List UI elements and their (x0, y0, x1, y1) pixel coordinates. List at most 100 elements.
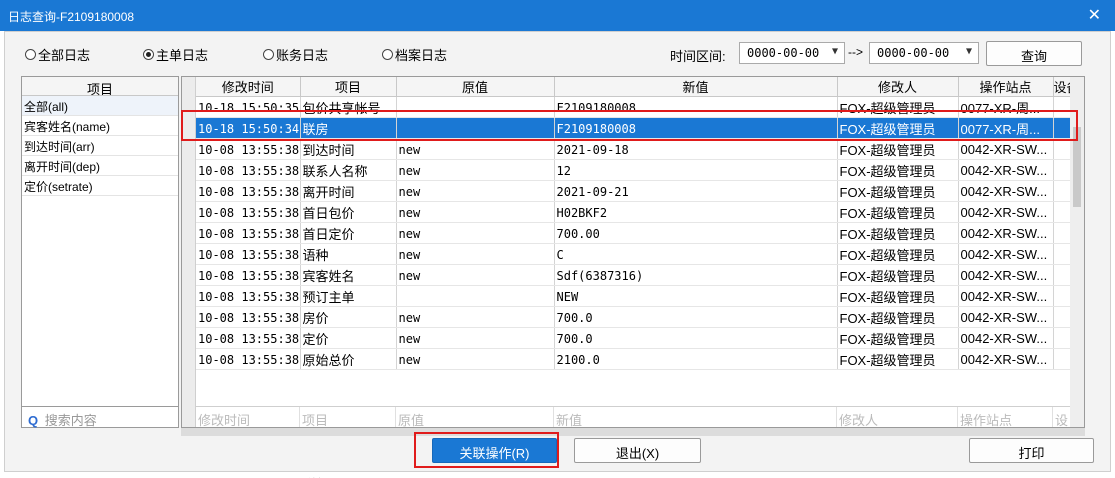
cell-item: 离开时间 (300, 180, 397, 202)
radio-master-logs[interactable]: 主单日志 (143, 45, 208, 64)
cell-new-value: 2021-09-21 (554, 180, 838, 202)
cell-new-value: 700.0 (554, 327, 838, 349)
field-item-setrate[interactable]: 定价(setrate) (22, 176, 178, 196)
table-row[interactable]: 10-08 13:55:38 首日定价 new 700.00 FOX-超级管理员 0042… (196, 222, 1081, 244)
horizontal-scrollbar[interactable] (181, 428, 1085, 436)
field-search-input[interactable]: Q 搜索内容 (21, 406, 179, 428)
radio-profile-logs[interactable]: 档案日志 (382, 45, 447, 64)
cell-modifier: FOX-超级管理员 (837, 159, 959, 181)
chevron-down-icon: ▼ (965, 46, 972, 57)
cell-item: 到达时间 (300, 138, 397, 160)
table-row[interactable]: 10-18 15:50:35 包价共享帐号 F2109180008 FOX-超级管理员… (196, 96, 1081, 118)
cell-new-value: 2100.0 (554, 348, 838, 370)
radio-circle-icon (25, 49, 36, 60)
cell-modified-time: 10-08 13:55:38 (196, 306, 301, 328)
filter-station[interactable]: 操作站点 (958, 407, 1053, 427)
exit-button[interactable]: 退出(X) (574, 438, 701, 463)
col-header-item[interactable]: 项目 (300, 77, 397, 97)
col-header-old-value[interactable]: 原值 (396, 77, 555, 97)
cell-item: 原始总价 (300, 348, 397, 370)
table-row[interactable]: 10-08 13:55:38 预订主单 NEW FOX-超级管理员 0042-XR-SW… (196, 285, 1081, 307)
field-item-dep[interactable]: 离开时间(dep) (22, 156, 178, 176)
filter-new-value[interactable]: 新值 (554, 407, 837, 427)
cell-item: 联房 (300, 117, 397, 139)
table-row[interactable]: 10-08 13:55:38 定价 new 700.0 FOX-超级管理员 0042-XR… (196, 327, 1081, 349)
radio-circle-icon (382, 49, 393, 60)
field-item-arr[interactable]: 到达时间(arr) (22, 136, 178, 156)
cell-item: 联系人名称 (300, 159, 397, 181)
cell-old-value: new (396, 348, 555, 370)
cell-old-value: new (396, 201, 555, 223)
filter-modified-time[interactable]: 修改时间 (196, 407, 300, 427)
cell-station: 0042-XR-SW... (958, 159, 1054, 181)
link-operation-button[interactable]: 关联操作(R) (432, 438, 557, 463)
cell-station: 0042-XR-SW... (958, 348, 1054, 370)
table-row[interactable]: 10-18 15:50:34 联房 F2109180008 FOX-超级管理员 0077… (196, 117, 1081, 139)
table-row[interactable]: 10-08 13:55:38 宾客姓名 new Sdf(6387316) FOX-超级管… (196, 264, 1081, 286)
cell-old-value: new (396, 243, 555, 265)
cell-old-value: new (396, 180, 555, 202)
cell-station: 0042-XR-SW... (958, 222, 1054, 244)
cell-item: 语种 (300, 243, 397, 265)
table-row[interactable]: 10-08 13:55:38 离开时间 new 2021-09-21 FOX-超级管理员… (196, 180, 1081, 202)
col-header-new-value[interactable]: 新值 (554, 77, 838, 97)
radio-label: 档案日志 (395, 48, 448, 63)
table-row[interactable]: 10-08 13:55:38 到达时间 new 2021-09-18 FOX-超级管理员… (196, 138, 1081, 160)
range-separator: --> (848, 45, 863, 59)
cell-modifier: FOX-超级管理员 (837, 264, 959, 286)
cell-modifier: FOX-超级管理员 (837, 138, 959, 160)
filter-item[interactable]: 项目 (300, 407, 396, 427)
field-item-name[interactable]: 宾客姓名(name) (22, 116, 178, 136)
cell-modifier: FOX-超级管理员 (837, 180, 959, 202)
table-row[interactable]: 10-08 13:55:38 联系人名称 new 12 FOX-超级管理员 0042-XR… (196, 159, 1081, 181)
cell-modified-time: 10-18 15:50:34 (196, 117, 301, 139)
radio-label: 全部日志 (38, 48, 91, 63)
chevron-down-icon: ▼ (831, 46, 838, 57)
detail-checkbox[interactable]: 详细 (291, 474, 329, 478)
table-row[interactable]: 10-08 13:55:38 语种 new C FOX-超级管理员 0042-XR-SW.… (196, 243, 1081, 265)
print-button[interactable]: 打印 (969, 438, 1094, 463)
radio-selected-icon (143, 49, 154, 60)
vertical-scrollbar[interactable] (1070, 77, 1084, 427)
cell-item: 首日包价 (300, 201, 397, 223)
from-date-combo[interactable]: 0000-00-00 ▼ (739, 42, 845, 64)
cell-modifier: FOX-超级管理员 (837, 327, 959, 349)
col-header-modifier[interactable]: 修改人 (837, 77, 959, 97)
cell-old-value: new (396, 222, 555, 244)
filter-modifier[interactable]: 修改人 (837, 407, 958, 427)
log-table: 修改时间 项目 原值 新值 修改人 操作站点 设备 10-18 15:50:35… (196, 77, 1081, 370)
col-header-station[interactable]: 操作站点 (958, 77, 1054, 97)
cell-old-value: new (396, 327, 555, 349)
cell-modifier: FOX-超级管理员 (837, 201, 959, 223)
cell-new-value: 2021-09-18 (554, 138, 838, 160)
cell-modified-time: 10-18 15:50:35 (196, 96, 301, 118)
table-row[interactable]: 10-08 13:55:38 首日包价 new H02BKF2 FOX-超级管理员 004… (196, 201, 1081, 223)
title-bar: 日志查询-F2109180008 ✕ (0, 0, 1115, 31)
cell-modified-time: 10-08 13:55:38 (196, 180, 301, 202)
cell-new-value: Sdf(6387316) (554, 264, 838, 286)
cell-item: 宾客姓名 (300, 264, 397, 286)
cell-station: 0077-XR-周... (958, 96, 1054, 118)
row-gutter (182, 77, 196, 427)
cell-station: 0042-XR-SW... (958, 285, 1054, 307)
to-date-combo[interactable]: 0000-00-00 ▼ (869, 42, 979, 64)
radio-all-logs[interactable]: 全部日志 (25, 45, 90, 64)
time-range-label: 时间区间: (670, 49, 726, 64)
field-list-panel: 项目 全部(all) 宾客姓名(name) 到达时间(arr) 离开时间(dep… (21, 76, 179, 428)
window-title: 日志查询-F2109180008 (8, 10, 135, 24)
scroll-thumb[interactable] (1073, 127, 1081, 207)
close-icon[interactable]: ✕ (1088, 5, 1101, 25)
cell-station: 0042-XR-SW... (958, 327, 1054, 349)
cell-modified-time: 10-08 13:55:38 (196, 138, 301, 160)
filter-old-value[interactable]: 原值 (396, 407, 554, 427)
cell-modified-time: 10-08 13:55:38 (196, 201, 301, 223)
query-button[interactable]: 查询 (986, 41, 1082, 66)
radio-account-logs[interactable]: 账务日志 (263, 45, 328, 64)
table-row[interactable]: 10-08 13:55:38 原始总价 new 2100.0 FOX-超级管理员 0042… (196, 348, 1081, 370)
table-header-row: 修改时间 项目 原值 新值 修改人 操作站点 设备 (196, 77, 1081, 97)
table-row[interactable]: 10-08 13:55:38 房价 new 700.0 FOX-超级管理员 0042-XR… (196, 306, 1081, 328)
cell-new-value: H02BKF2 (554, 201, 838, 223)
col-header-modified-time[interactable]: 修改时间 (196, 77, 301, 97)
field-item-all[interactable]: 全部(all) (22, 96, 178, 116)
search-icon: Q (28, 413, 39, 428)
